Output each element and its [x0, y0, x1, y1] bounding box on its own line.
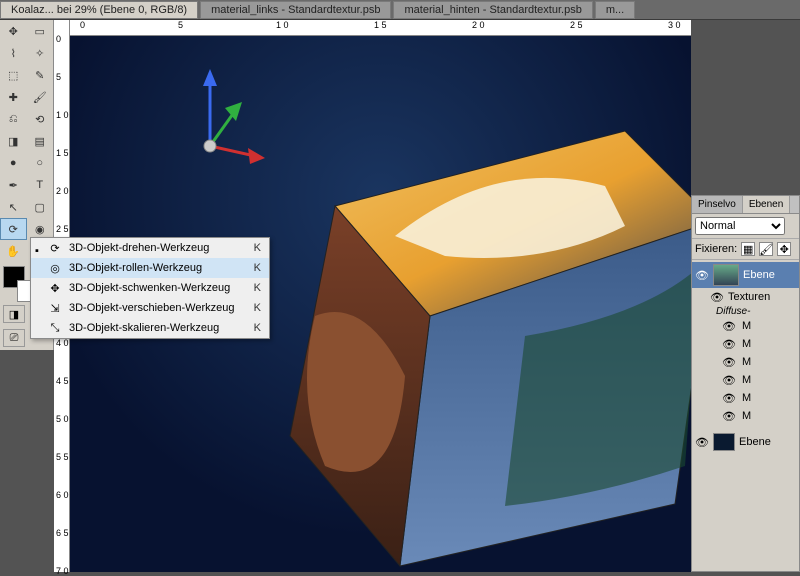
stamp-tool[interactable]: ⎌: [0, 108, 27, 130]
texture-item[interactable]: 👁M: [692, 371, 799, 389]
tool-flyout-menu: ▪ ⟳ 3D-Objekt-drehen-Werkzeug K ◎ 3D-Obj…: [30, 237, 270, 339]
visibility-icon[interactable]: 👁: [695, 268, 709, 282]
layers-panel: Pinselvo Ebenen Normal Fixieren: ▦ 🖌 ✥ 👁…: [691, 195, 800, 572]
heal-tool[interactable]: ✚: [0, 86, 27, 108]
3d-rotate-tool[interactable]: ⟳: [0, 218, 27, 240]
hand-tool[interactable]: ✋: [0, 240, 27, 262]
layer-row-bg[interactable]: 👁 Ebene: [692, 431, 799, 453]
crop-tool[interactable]: ⬚: [0, 64, 27, 86]
texture-item[interactable]: 👁M: [692, 389, 799, 407]
lock-row: Fixieren: ▦ 🖌 ✥: [692, 239, 799, 260]
panel-tab-layers[interactable]: Ebenen: [743, 196, 790, 213]
3d-cube[interactable]: [245, 116, 691, 572]
flyout-item-scale[interactable]: ⤡ 3D-Objekt-skalieren-Werkzeug K: [31, 318, 269, 338]
layer-name: Ebene: [739, 436, 771, 448]
visibility-icon[interactable]: 👁: [710, 290, 724, 304]
layer-row-0[interactable]: 👁 Ebene: [692, 262, 799, 288]
lock-position[interactable]: ✥: [777, 242, 791, 256]
eraser-tool[interactable]: ◨: [0, 130, 27, 152]
texture-item[interactable]: 👁M: [692, 353, 799, 371]
texture-item[interactable]: 👁M: [692, 407, 799, 425]
ruler-horizontal: 0 5 1 0 1 5 2 0 2 5 3 0: [70, 20, 691, 36]
document-tabs: Koalaz... bei 29% (Ebene 0, RGB/8) mater…: [0, 0, 800, 20]
active-marker: ▪: [35, 245, 41, 251]
dodge-tool[interactable]: ○: [27, 152, 54, 174]
shape-tool[interactable]: ▢: [27, 196, 54, 218]
slide-3d-icon: ⇲: [47, 300, 63, 316]
marquee-tool[interactable]: ▭: [27, 20, 54, 42]
move-tool[interactable]: ✥: [0, 20, 27, 42]
tab-2[interactable]: material_hinten - Standardtextur.psb: [393, 1, 592, 19]
history-brush-tool[interactable]: ⟲: [27, 108, 54, 130]
layer-textures-group[interactable]: 👁 Texturen: [692, 288, 799, 306]
type-tool[interactable]: T: [27, 174, 54, 196]
flyout-item-roll[interactable]: ◎ 3D-Objekt-rollen-Werkzeug K: [31, 258, 269, 278]
quickmask-toggle[interactable]: ◨: [3, 305, 25, 323]
screenmode-toggle[interactable]: ⎚: [3, 329, 25, 347]
diffuse-label: Diffuse-: [692, 306, 799, 317]
rotate-3d-icon: ⟳: [47, 240, 63, 256]
flyout-item-pan[interactable]: ✥ 3D-Objekt-schwenken-Werkzeug K: [31, 278, 269, 298]
lock-pixels[interactable]: 🖌: [759, 242, 773, 256]
roll-3d-icon: ◎: [47, 260, 63, 276]
panel-tab-brushes[interactable]: Pinselvo: [692, 196, 743, 213]
pen-tool[interactable]: ✒: [0, 174, 27, 196]
flyout-item-slide[interactable]: ⇲ 3D-Objekt-verschieben-Werkzeug K: [31, 298, 269, 318]
path-tool[interactable]: ↖: [0, 196, 27, 218]
eyedropper-tool[interactable]: ✎: [27, 64, 54, 86]
layer-thumbnail[interactable]: [713, 433, 735, 451]
visibility-icon[interactable]: 👁: [695, 435, 709, 449]
lasso-tool[interactable]: ⌇: [0, 42, 27, 64]
texture-item[interactable]: 👁M: [692, 335, 799, 353]
layer-list: 👁 Ebene 👁 Texturen Diffuse- 👁M 👁M 👁M 👁M …: [692, 260, 799, 455]
pan-3d-icon: ✥: [47, 280, 63, 296]
flyout-item-rotate[interactable]: ▪ ⟳ 3D-Objekt-drehen-Werkzeug K: [31, 238, 269, 258]
layer-name: Ebene: [743, 269, 775, 281]
blur-tool[interactable]: ●: [0, 152, 27, 174]
tab-3[interactable]: m...: [595, 1, 635, 19]
layer-thumbnail[interactable]: [713, 264, 739, 286]
texture-item[interactable]: 👁M: [692, 317, 799, 335]
scale-3d-icon: ⤡: [47, 320, 63, 336]
tab-1[interactable]: material_links - Standardtextur.psb: [200, 1, 391, 19]
blend-mode-select[interactable]: Normal: [695, 217, 785, 235]
brush-tool[interactable]: 🖌: [27, 86, 54, 108]
lock-transparency[interactable]: ▦: [741, 242, 755, 256]
gradient-tool[interactable]: ▤: [27, 130, 54, 152]
wand-tool[interactable]: ✧: [27, 42, 54, 64]
tab-active[interactable]: Koalaz... bei 29% (Ebene 0, RGB/8): [0, 1, 198, 19]
